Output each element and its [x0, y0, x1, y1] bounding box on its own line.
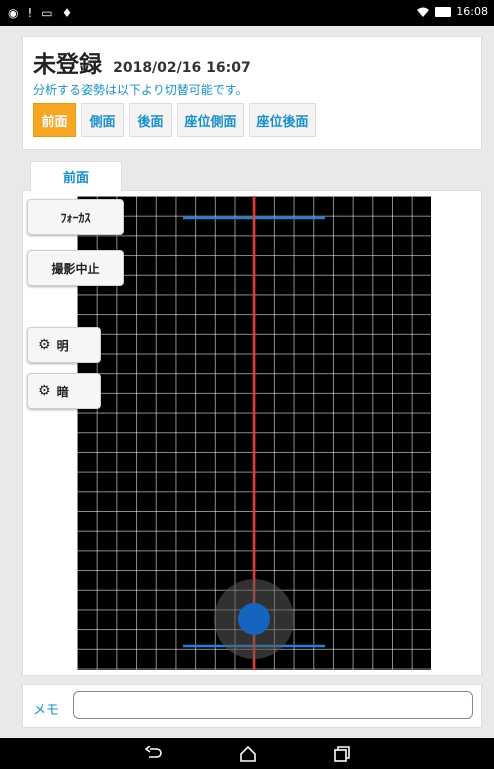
- memo-input[interactable]: [73, 691, 473, 719]
- image-icon: ▭: [41, 6, 53, 20]
- record-header: 未登録 2018/02/16 16:07 分析する姿勢は以下より切替可能です。 …: [22, 36, 482, 150]
- focus-button[interactable]: ﾌｫｰｶｽ: [27, 199, 124, 235]
- alert-icon: !: [27, 6, 33, 20]
- brighten-label: 明: [56, 338, 69, 353]
- memo-section: メモ: [22, 684, 482, 728]
- gear-icon: ⚙: [38, 337, 51, 353]
- status-bar: ◉ ! ▭ ♦ 16:08: [0, 0, 494, 26]
- tab-front[interactable]: 前面: [33, 103, 76, 137]
- posture-tabs: 前面 側面 後面 座位側面 座位後面: [33, 103, 316, 137]
- page-title: 未登録: [33, 52, 102, 78]
- back-icon[interactable]: [143, 744, 165, 764]
- wifi-icon: [417, 7, 430, 17]
- record-datetime: 2018/02/16 16:07: [113, 60, 251, 76]
- memo-label: メモ: [33, 703, 60, 718]
- camera-overlay: [183, 196, 325, 670]
- navigation-bar: [0, 738, 494, 769]
- battery-icon: [435, 6, 452, 17]
- posture-hint: 分析する姿勢は以下より切替可能です。: [33, 83, 248, 97]
- shield-icon: ◉: [8, 6, 19, 20]
- darken-label: 暗: [56, 384, 69, 399]
- stop-capture-button[interactable]: 撮影中止: [27, 250, 124, 286]
- home-icon[interactable]: [237, 744, 259, 764]
- tab-back[interactable]: 後面: [129, 103, 172, 137]
- tab-seated-back[interactable]: 座位後面: [249, 103, 316, 137]
- view-tab-front[interactable]: 前面: [30, 161, 122, 191]
- tab-side[interactable]: 側面: [81, 103, 124, 137]
- status-bar-right: 16:08: [416, 5, 488, 18]
- tab-seated-side[interactable]: 座位側面: [177, 103, 244, 137]
- recent-apps-icon[interactable]: [331, 744, 353, 764]
- gear-half-icon: ⚙: [38, 383, 51, 399]
- stop-capture-label: 撮影中止: [51, 261, 100, 276]
- clock: 16:08: [456, 5, 488, 18]
- title-row: 未登録 2018/02/16 16:07: [33, 45, 251, 79]
- pin-icon: ♦: [61, 6, 73, 20]
- brighten-button[interactable]: ⚙ 明: [27, 327, 101, 363]
- focus-button-label: ﾌｫｰｶｽ: [60, 210, 91, 225]
- status-bar-left: ◉ ! ▭ ♦: [8, 5, 72, 21]
- position-marker[interactable]: [238, 603, 270, 635]
- darken-button[interactable]: ⚙ 暗: [27, 373, 101, 409]
- camera-preview[interactable]: [77, 196, 431, 670]
